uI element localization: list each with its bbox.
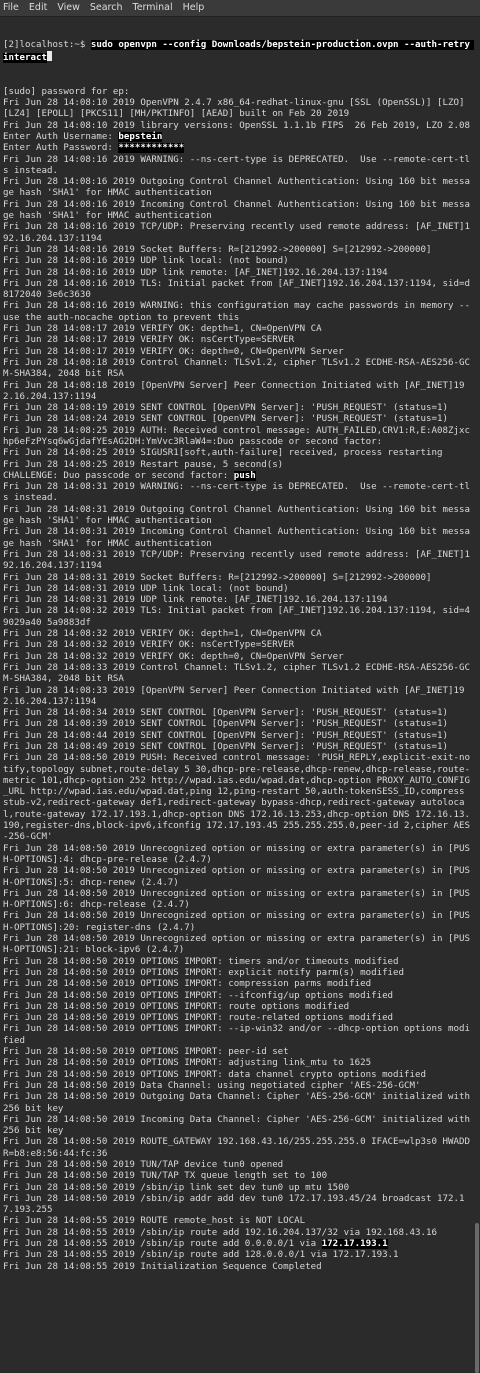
log-line: Enter Auth Username: bepstein (3, 131, 471, 143)
menu-view[interactable]: View (57, 0, 80, 16)
log-line: Fri Jun 28 14:08:31 2019 UDP link remote… (3, 595, 388, 606)
log-line: Fri Jun 28 14:08:50 2019 OPTIONS IMPORT:… (3, 1024, 470, 1046)
log-line: Fri Jun 28 14:08:50 2019 Data Channel: u… (3, 1080, 421, 1091)
log-line: Fri Jun 28 14:08:55 2019 /sbin/ip route … (3, 1239, 471, 1250)
log-line: Fri Jun 28 14:08:50 2019 Unrecognized op… (3, 911, 470, 933)
log-line: Fri Jun 28 14:08:50 2019 OPTIONS IMPORT:… (3, 1058, 372, 1069)
log-line: Fri Jun 28 14:08:16 2019 TLS: Initial pa… (3, 278, 470, 301)
highlighted-input: 172.17.193.1 (321, 1239, 388, 1250)
log-line: Fri Jun 28 14:08:16 2019 Socket Buffers:… (3, 244, 432, 255)
log-line: Fri Jun 28 14:08:25 2019 AUTH: Received … (3, 425, 470, 447)
log-line: Fri Jun 28 14:08:33 2019 [OpenVPN Server… (3, 685, 465, 707)
menu-search[interactable]: Search (90, 0, 123, 16)
log-line: Fri Jun 28 14:08:50 2019 OPTIONS IMPORT:… (3, 979, 372, 990)
log-lines: [sudo] password for ep: Fri Jun 28 14:08:… (3, 87, 471, 1273)
menu-edit[interactable]: Edit (29, 0, 47, 16)
log-line: Fri Jun 28 14:08:32 2019 VERIFY OK: nsCe… (3, 640, 295, 651)
log-line: Fri Jun 28 14:08:50 2019 Outgoing Data C… (3, 1092, 470, 1114)
highlighted-input: ************ (118, 143, 185, 154)
log-line: Fri Jun 28 14:08:50 2019 OPTIONS IMPORT:… (3, 967, 405, 978)
log-line: Fri Jun 28 14:08:19 2019 SENT CONTROL [O… (3, 403, 448, 414)
highlighted-input: bepstein (118, 131, 163, 142)
log-line: Fri Jun 28 14:08:50 2019 OPTIONS IMPORT:… (3, 1069, 427, 1080)
log-line: Fri Jun 28 14:08:50 2019 OPTIONS IMPORT:… (3, 1001, 350, 1012)
log-line: Fri Jun 28 14:08:50 2019 /sbin/ip addr a… (3, 1193, 465, 1216)
log-line: Fri Jun 28 14:08:50 2019 OPTIONS IMPORT:… (3, 956, 399, 967)
log-line: Fri Jun 28 14:08:16 2019 TCP/UDP: Preser… (3, 222, 470, 244)
log-line: Fri Jun 28 14:08:31 2019 Socket Buffers:… (3, 572, 432, 583)
log-line: Fri Jun 28 14:08:32 2019 VERIFY OK: dept… (3, 629, 322, 640)
log-line: Fri Jun 28 14:08:16 2019 WARNING: this c… (3, 301, 470, 323)
log-line: Fri Jun 28 14:08:10 2019 OpenVPN 2.4.7 x… (3, 98, 470, 120)
log-line: CHALLENGE: Duo passcode or second factor… (3, 470, 471, 482)
log-line: Fri Jun 28 14:08:50 2019 /sbin/ip link s… (3, 1182, 350, 1193)
log-line: Fri Jun 28 14:08:17 2019 VERIFY OK: nsCe… (3, 335, 295, 346)
log-line: Fri Jun 28 14:08:31 2019 Outgoing Contro… (3, 504, 470, 527)
log-line: Fri Jun 28 14:08:39 2019 SENT CONTROL [O… (3, 719, 448, 730)
log-line: Fri Jun 28 14:08:50 2019 OPTIONS IMPORT:… (3, 1013, 394, 1024)
log-line: Fri Jun 28 14:08:24 2019 SENT CONTROL [O… (3, 414, 448, 425)
log-line: Fri Jun 28 14:08:10 2019 library version… (3, 120, 470, 131)
terminal-output: [2]localhost:~$ sudo openvpn --config Do… (0, 17, 474, 1296)
log-line: Fri Jun 28 14:08:16 2019 UDP link remote… (3, 267, 388, 278)
log-line: [sudo] password for ep: (3, 86, 130, 97)
log-line: Fri Jun 28 14:08:31 2019 UDP link local:… (3, 583, 289, 594)
text-cursor (46, 50, 52, 61)
log-line-text: Enter Auth Password: (3, 143, 119, 154)
log-line-text: Fri Jun 28 14:08:55 2019 /sbin/ip route … (3, 1239, 322, 1250)
log-line: Fri Jun 28 14:08:16 2019 Incoming Contro… (3, 199, 470, 222)
log-line: Fri Jun 28 14:08:16 2019 WARNING: --ns-c… (3, 154, 470, 176)
log-line: Fri Jun 28 14:08:50 2019 Unrecognized op… (3, 934, 470, 956)
log-line: Fri Jun 28 14:08:44 2019 SENT CONTROL [O… (3, 730, 448, 741)
log-line: Fri Jun 28 14:08:31 2019 Incoming Contro… (3, 527, 470, 549)
log-line-text: Enter Auth Username: (3, 131, 119, 142)
log-line-text: CHALLENGE: Duo passcode or second factor… (3, 470, 234, 481)
menu-terminal[interactable]: Terminal (133, 0, 173, 16)
log-line: Fri Jun 28 14:08:32 2019 TLS: Initial pa… (3, 606, 470, 628)
vertical-scrollbar[interactable] (474, 17, 480, 1373)
log-line: Fri Jun 28 14:08:18 2019 [OpenVPN Server… (3, 380, 465, 402)
log-line: Fri Jun 28 14:08:50 2019 TUN/TAP device … (3, 1159, 284, 1170)
log-line: Fri Jun 28 14:08:25 2019 SIGUSR1[soft,au… (3, 448, 443, 459)
highlighted-input: push (233, 470, 256, 481)
log-line: Enter Auth Password: ************ (3, 143, 471, 154)
terminal-viewport[interactable]: [2]localhost:~$ sudo openvpn --config Do… (0, 17, 474, 1373)
log-line: Fri Jun 28 14:08:50 2019 OPTIONS IMPORT:… (3, 1047, 289, 1058)
log-line: Fri Jun 28 14:08:18 2019 Control Channel… (3, 357, 470, 380)
log-line: Fri Jun 28 14:08:50 2019 Unrecognized op… (3, 843, 470, 865)
log-line: Fri Jun 28 14:08:25 2019 Restart pause, … (3, 459, 284, 470)
log-line: Fri Jun 28 14:08:50 2019 PUSH: Received … (3, 753, 470, 843)
log-line: Fri Jun 28 14:08:32 2019 VERIFY OK: dept… (3, 651, 344, 662)
scrollbar-thumb[interactable] (475, 1223, 479, 1373)
menu-file[interactable]: File (3, 0, 19, 16)
log-line: Fri Jun 28 14:08:50 2019 Unrecognized op… (3, 866, 470, 888)
log-line: Fri Jun 28 14:08:33 2019 Control Channel… (3, 662, 470, 685)
menu-bar: File Edit View Search Terminal Help (0, 0, 480, 17)
log-line: Fri Jun 28 14:08:50 2019 TUN/TAP TX queu… (3, 1171, 328, 1182)
log-line: Fri Jun 28 14:08:17 2019 VERIFY OK: dept… (3, 324, 322, 335)
log-line: Fri Jun 28 14:08:55 2019 /sbin/ip route … (3, 1250, 399, 1261)
log-line: Fri Jun 28 14:08:49 2019 SENT CONTROL [O… (3, 742, 448, 752)
log-line: Fri Jun 28 14:08:31 2019 TCP/UDP: Preser… (3, 549, 470, 572)
shell-prompt: [2]localhost:~$ (3, 39, 91, 50)
log-line: Fri Jun 28 14:08:55 2019 /sbin/ip route … (3, 1227, 438, 1238)
log-line: Fri Jun 28 14:08:34 2019 SENT CONTROL [O… (3, 708, 448, 719)
menu-help[interactable]: Help (183, 0, 205, 16)
log-line: Fri Jun 28 14:08:55 2019 Initialization … (3, 1261, 322, 1272)
log-line: Fri Jun 28 14:08:50 2019 Unrecognized op… (3, 888, 470, 911)
log-line: Fri Jun 28 14:08:50 2019 OPTIONS IMPORT:… (3, 990, 394, 1001)
log-line: Fri Jun 28 14:08:16 2019 Outgoing Contro… (3, 177, 470, 199)
log-line: Fri Jun 28 14:08:55 2019 ROUTE remote_ho… (3, 1216, 306, 1227)
log-line: Fri Jun 28 14:08:31 2019 WARNING: --ns-c… (3, 482, 470, 504)
log-line: Fri Jun 28 14:08:16 2019 UDP link local:… (3, 256, 289, 267)
log-line: Fri Jun 28 14:08:50 2019 ROUTE_GATEWAY 1… (3, 1137, 470, 1159)
command-line: [2]localhost:~$ sudo openvpn --config Do… (3, 39, 474, 65)
log-line: Fri Jun 28 14:08:50 2019 Incoming Data C… (3, 1114, 470, 1137)
log-line: Fri Jun 28 14:08:17 2019 VERIFY OK: dept… (3, 346, 344, 357)
